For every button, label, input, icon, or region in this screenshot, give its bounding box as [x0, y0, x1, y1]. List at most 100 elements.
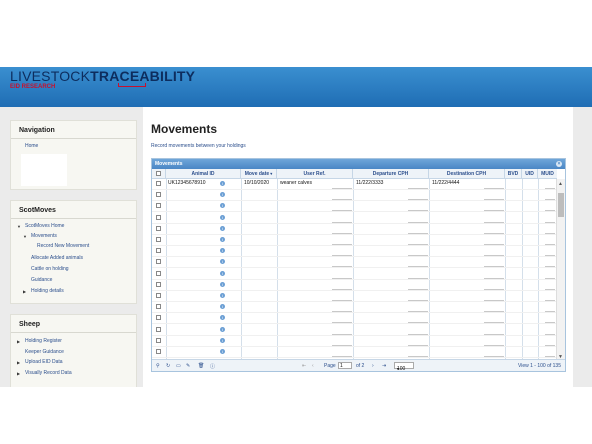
nav-link-home[interactable]: Home [25, 143, 38, 149]
expanded-triangle-icon[interactable]: ▼ [23, 234, 27, 239]
animal-info-icon[interactable]: i [220, 349, 225, 354]
row-checkbox[interactable] [156, 192, 161, 198]
nav-link-keeper-guidance[interactable]: Keeper Guidance [25, 349, 64, 355]
table-row[interactable]: i [152, 269, 557, 280]
navigation-title: Navigation [11, 121, 136, 139]
row-checkbox[interactable] [156, 337, 161, 343]
page-number-input[interactable]: 1 [338, 362, 352, 369]
muid-input-underline [545, 255, 555, 257]
row-checkbox[interactable] [156, 326, 161, 332]
animal-info-icon[interactable]: i [220, 225, 225, 231]
animal-info-icon[interactable]: i [220, 248, 225, 254]
table-row[interactable]: i [152, 325, 557, 336]
collapsed-triangle-icon[interactable]: ▶ [23, 289, 26, 294]
row-checkbox[interactable] [156, 214, 161, 220]
column-header-animal-id[interactable]: Animal ID [166, 169, 241, 179]
collapsed-triangle-icon[interactable]: ▶ [17, 339, 20, 344]
view-record-icon[interactable]: ▭ [176, 363, 181, 369]
rows-per-page-select[interactable]: 100 ▾ [394, 362, 414, 372]
animal-info-icon[interactable]: i [220, 259, 225, 265]
animal-info-icon[interactable]: i [220, 281, 225, 287]
animal-info-icon[interactable]: i [220, 203, 225, 209]
column-header-bvd[interactable]: BVD [505, 169, 522, 179]
row-checkbox[interactable] [156, 259, 161, 265]
nav-link-visually-record-data[interactable]: Visually Record Data [25, 370, 72, 376]
animal-info-icon[interactable]: i [220, 315, 225, 321]
column-header-destination-cph[interactable]: Destination CPH [429, 169, 505, 179]
cell-user-ref[interactable]: weaner calves [280, 180, 312, 186]
nav-link-upload-eid-data[interactable]: Upload EID Data [25, 359, 63, 365]
nav-link-cattle-on-holding[interactable]: Cattle on holding [31, 266, 69, 272]
info-icon[interactable]: ⓘ [210, 363, 215, 370]
table-row[interactable]: i [152, 257, 557, 269]
collapsed-triangle-icon[interactable]: ▶ [17, 360, 20, 365]
row-checkbox[interactable] [156, 315, 161, 321]
table-row[interactable]: i [152, 302, 557, 314]
animal-info-icon[interactable]: i [220, 181, 225, 186]
column-header-departure-cph[interactable]: Departure CPH [353, 169, 429, 179]
next-page-icon[interactable]: › [372, 363, 374, 369]
destination-input-underline [484, 221, 504, 223]
nav-link-movements[interactable]: Movements [31, 233, 57, 239]
row-checkbox[interactable] [156, 225, 161, 231]
table-row[interactable]: i [152, 235, 557, 246]
user-ref-input-underline [332, 210, 352, 212]
delete-icon[interactable]: 🗑 [198, 363, 204, 369]
column-header-move-date[interactable]: Move date ▾ [241, 169, 277, 179]
row-checkbox[interactable] [156, 304, 161, 310]
nav-link-holding-register[interactable]: Holding Register [25, 338, 62, 344]
table-row[interactable]: i [152, 246, 557, 258]
animal-info-icon[interactable]: i [220, 293, 225, 298]
table-row[interactable]: i [152, 347, 557, 358]
animal-info-icon[interactable]: i [220, 337, 225, 343]
table-row[interactable]: i [152, 336, 557, 347]
refresh-icon[interactable]: ↻ [166, 363, 170, 369]
column-header-user-ref[interactable]: User Ref. [277, 169, 353, 179]
animal-info-icon[interactable]: i [220, 237, 225, 242]
scrollbar-thumb[interactable] [558, 193, 564, 217]
table-row[interactable]: i [152, 280, 557, 291]
row-checkbox[interactable] [156, 270, 161, 276]
row-checkbox[interactable] [156, 181, 161, 186]
animal-info-icon[interactable]: i [220, 214, 225, 220]
cell-move-date[interactable]: 10/10/2020 [244, 180, 269, 186]
table-row[interactable]: i [152, 201, 557, 213]
cell-destination-cph[interactable]: 11/222/4444 [432, 180, 459, 186]
edit-icon[interactable]: ✎ [186, 363, 190, 369]
nav-link-guidance[interactable]: Guidance [31, 277, 52, 283]
expanded-triangle-icon[interactable]: ▼ [17, 224, 21, 229]
previous-page-icon[interactable]: ‹ [312, 363, 314, 369]
site-logo[interactable]: LIVESTOCKTRACEABILITY [10, 68, 195, 84]
row-checkbox[interactable] [156, 281, 161, 287]
table-row[interactable]: i [152, 213, 557, 224]
row-checkbox[interactable] [156, 349, 161, 354]
row-checkbox[interactable] [156, 237, 161, 242]
animal-info-icon[interactable]: i [220, 326, 225, 332]
scroll-up-arrow-icon[interactable]: ▲ [558, 181, 563, 187]
first-page-icon[interactable]: ⇤ [302, 363, 306, 369]
select-all-checkbox[interactable] [156, 171, 161, 176]
collapse-grid-icon[interactable]: × [556, 161, 562, 167]
row-checkbox[interactable] [156, 248, 161, 254]
animal-info-icon[interactable]: i [220, 270, 225, 276]
search-icon[interactable]: ⚲ [156, 363, 160, 369]
table-row[interactable]: UK12345678910 i 10/10/2020 weaner calves 11/… [152, 179, 557, 190]
last-page-icon[interactable]: ⇥ [382, 363, 386, 369]
row-checkbox[interactable] [156, 203, 161, 209]
table-row[interactable]: i [152, 291, 557, 302]
nav-link-scotmoves-home[interactable]: ScotMoves Home [25, 223, 64, 229]
table-row[interactable]: i [152, 190, 557, 202]
table-row[interactable]: i [152, 224, 557, 235]
table-row[interactable]: i [152, 313, 557, 325]
row-checkbox[interactable] [156, 293, 161, 298]
nav-link-holding-details[interactable]: Holding details [31, 288, 64, 294]
animal-info-icon[interactable]: i [220, 192, 225, 198]
collapsed-triangle-icon[interactable]: ▶ [17, 371, 20, 376]
cell-departure-cph[interactable]: 11/222/3333 [356, 180, 383, 186]
animal-info-icon[interactable]: i [220, 304, 225, 310]
nav-link-record-new-movement[interactable]: Record New Movement [37, 243, 89, 249]
grid-scrollbar[interactable]: ▲ ▼ [556, 179, 565, 361]
column-header-muid[interactable]: MUID [538, 169, 557, 179]
column-header-uid[interactable]: UID [522, 169, 538, 179]
nav-link-allocate-added-animals[interactable]: Allocate Added animals [31, 255, 83, 261]
